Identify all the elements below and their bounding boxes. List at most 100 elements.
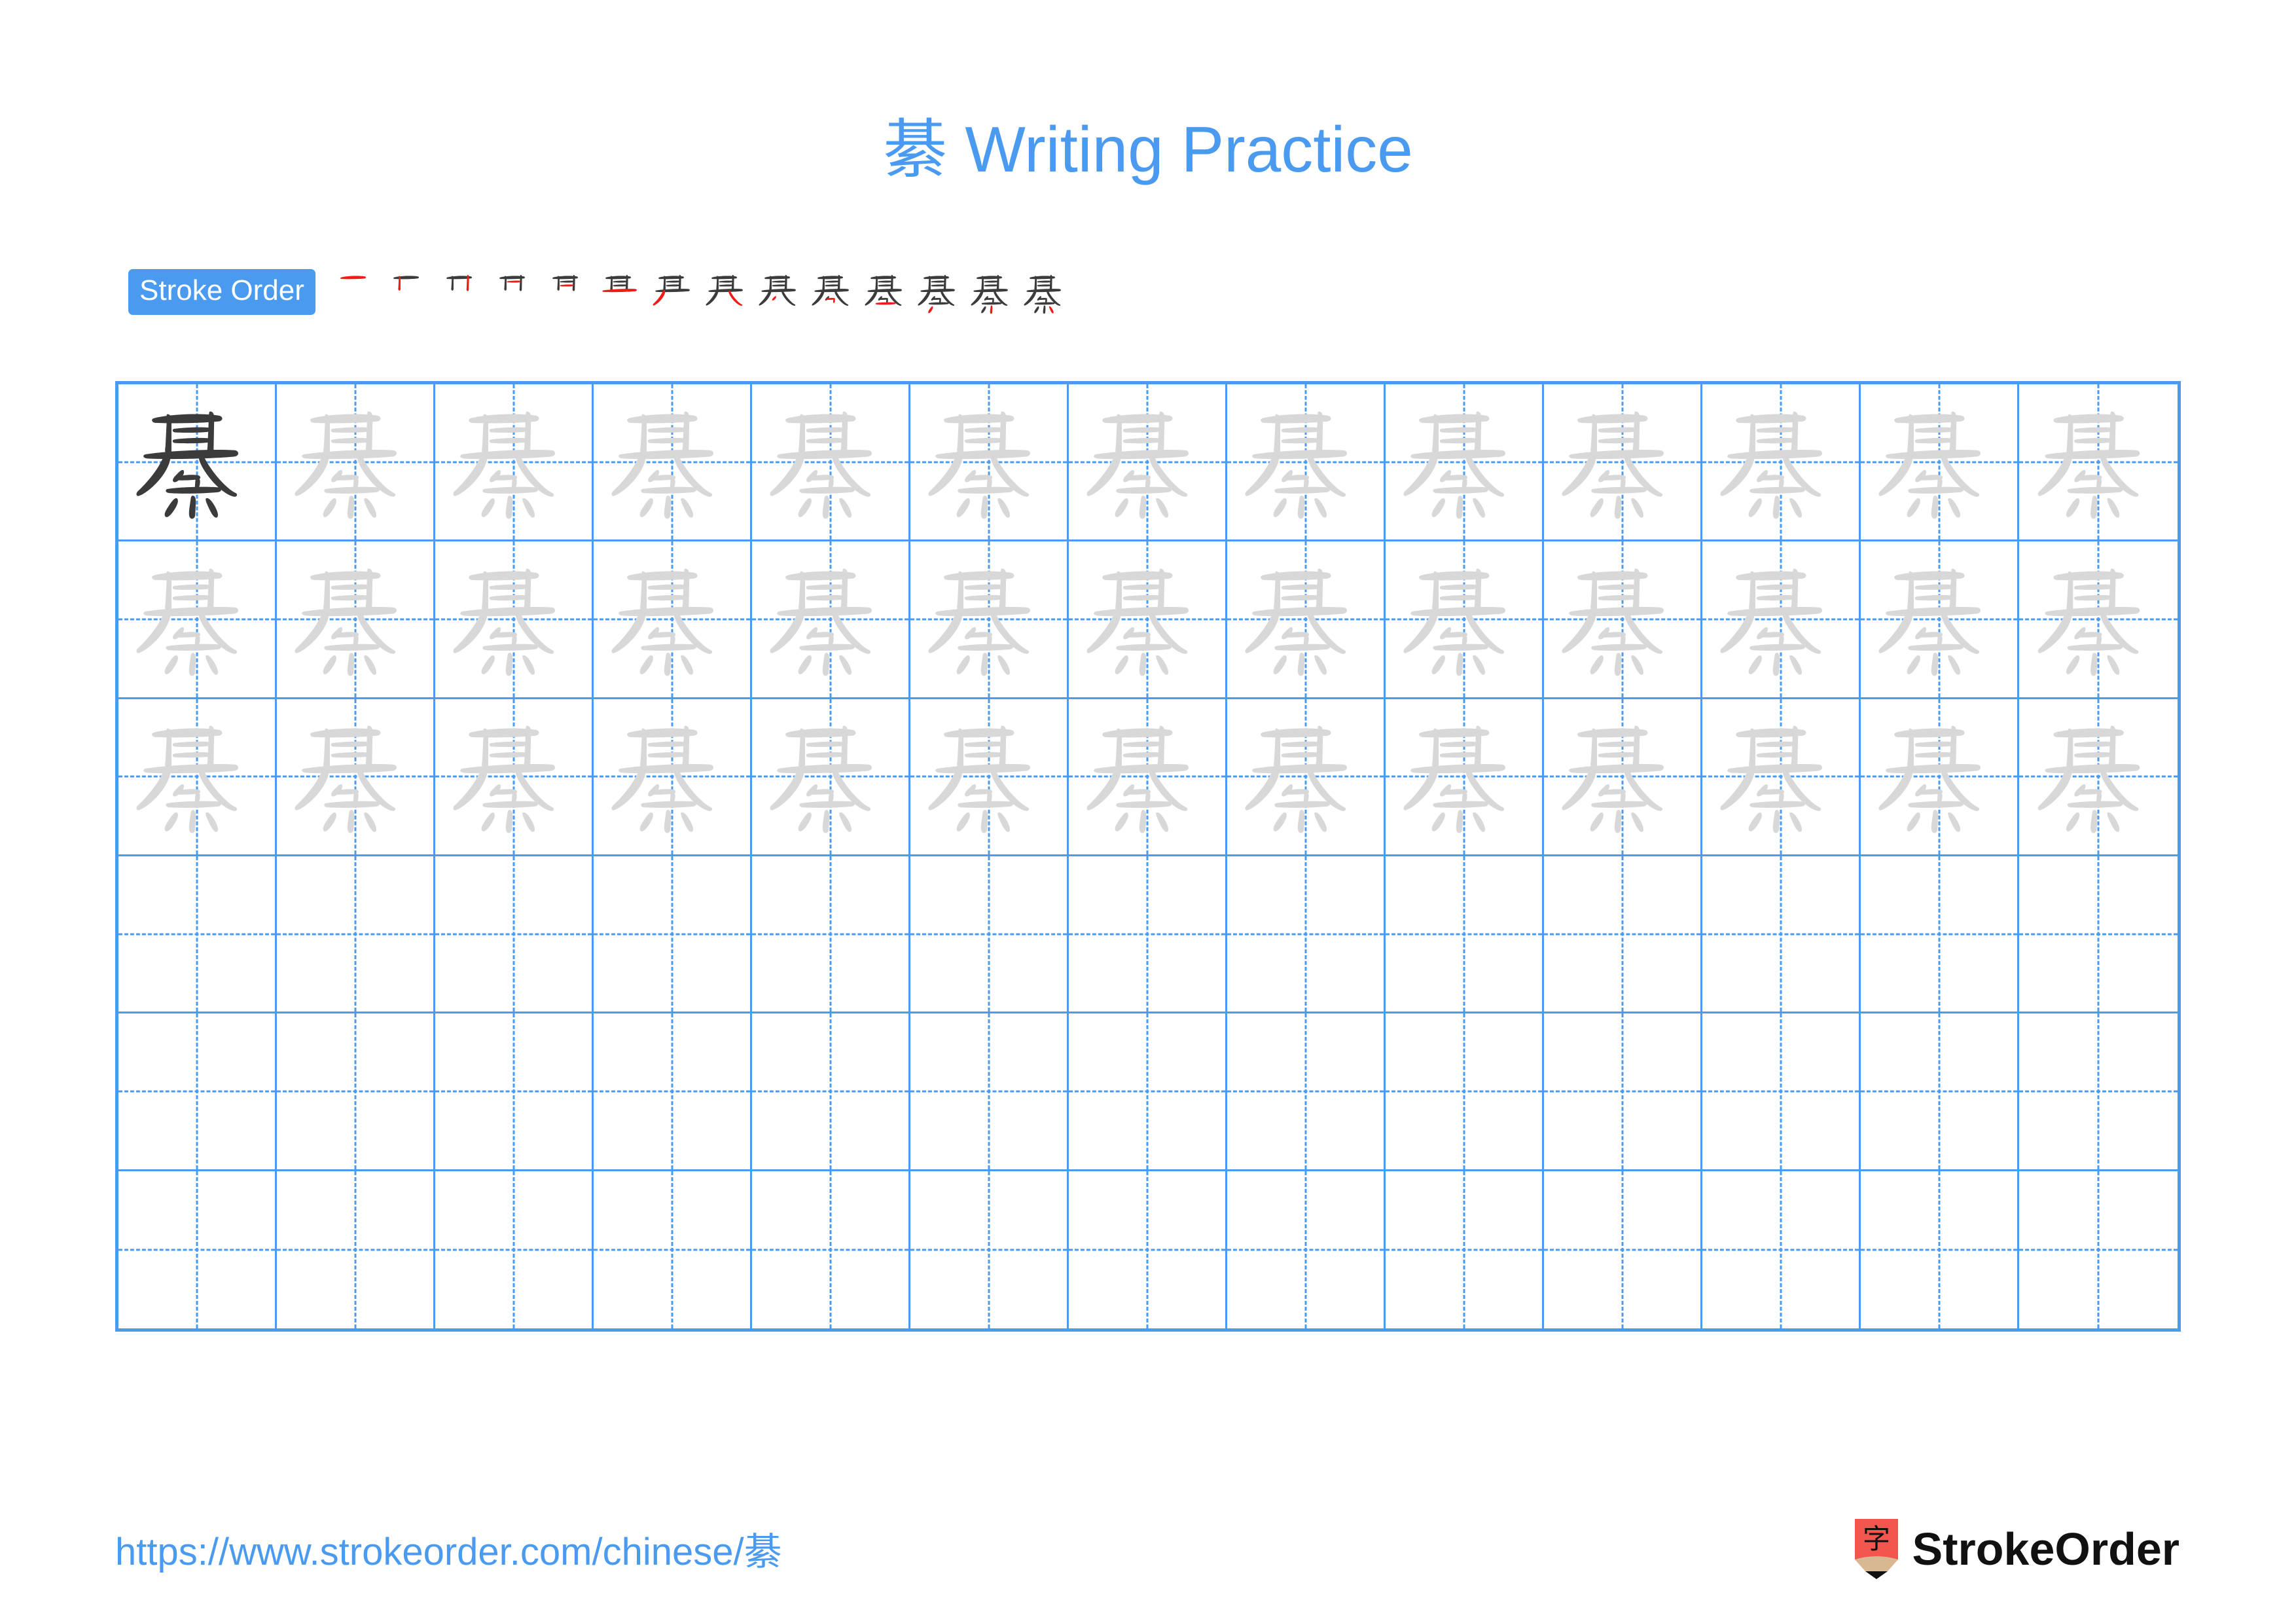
practice-cell-r4-c4[interactable] [594,856,752,1014]
practice-cell-r4-c1[interactable] [118,856,277,1014]
practice-cell-r5-c8[interactable] [1227,1013,1386,1171]
practice-cell-r3-c1[interactable] [118,699,277,856]
practice-cell-r3-c2[interactable] [277,699,435,856]
practice-cell-r6-c13[interactable] [2019,1171,2178,1328]
trace-character [2019,384,2178,539]
stroke-order-step-14 [1022,264,1070,323]
stroke-order-step-3 [439,264,487,323]
practice-cell-r4-c5[interactable] [752,856,910,1014]
practice-cell-r1-c1[interactable] [118,384,277,542]
trace-character [752,541,908,697]
practice-cell-r5-c5[interactable] [752,1013,910,1171]
practice-cell-r6-c12[interactable] [1861,1171,2019,1328]
practice-cell-r3-c10[interactable] [1544,699,1702,856]
practice-cell-r2-c9[interactable] [1386,541,1544,699]
practice-cell-r3-c3[interactable] [435,699,594,856]
stroke-order-step-1 [332,264,381,323]
practice-cell-r4-c13[interactable] [2019,856,2178,1014]
practice-cell-r3-c8[interactable] [1227,699,1386,856]
practice-cell-r4-c10[interactable] [1544,856,1702,1014]
practice-cell-r1-c5[interactable] [752,384,910,542]
practice-cell-r6-c5[interactable] [752,1171,910,1328]
trace-character [435,541,592,697]
practice-cell-r2-c12[interactable] [1861,541,2019,699]
practice-cell-r2-c8[interactable] [1227,541,1386,699]
practice-cell-r1-c10[interactable] [1544,384,1702,542]
trace-character [1861,699,2017,854]
footer-logo[interactable]: 字 StrokeOrder [1854,1518,2179,1580]
stroke-order-step-13 [969,264,1017,323]
practice-cell-r5-c2[interactable] [277,1013,435,1171]
trace-character [594,384,750,539]
stroke-order-step-12 [916,264,964,323]
practice-cell-r6-c7[interactable] [1069,1171,1227,1328]
practice-cell-r1-c12[interactable] [1861,384,2019,542]
footer-url[interactable]: https://www.strokeorder.com/chinese/綦 [115,1529,782,1575]
practice-cell-r1-c7[interactable] [1069,384,1227,542]
practice-cell-r6-c11[interactable] [1702,1171,1861,1328]
practice-cell-r6-c3[interactable] [435,1171,594,1328]
practice-cell-r3-c4[interactable] [594,699,752,856]
practice-cell-r6-c10[interactable] [1544,1171,1702,1328]
practice-cell-r3-c9[interactable] [1386,699,1544,856]
practice-cell-r1-c11[interactable] [1702,384,1861,542]
practice-cell-r2-c1[interactable] [118,541,277,699]
trace-character [277,541,433,697]
practice-cell-r6-c4[interactable] [594,1171,752,1328]
practice-cell-r3-c7[interactable] [1069,699,1227,856]
practice-cell-r1-c6[interactable] [910,384,1069,542]
practice-cell-r4-c9[interactable] [1386,856,1544,1014]
practice-cell-r4-c8[interactable] [1227,856,1386,1014]
practice-cell-r4-c6[interactable] [910,856,1069,1014]
practice-cell-r5-c12[interactable] [1861,1013,2019,1171]
trace-character [1544,699,1700,854]
practice-cell-r1-c8[interactable] [1227,384,1386,542]
practice-cell-r1-c3[interactable] [435,384,594,542]
practice-cell-r2-c10[interactable] [1544,541,1702,699]
practice-cell-r5-c1[interactable] [118,1013,277,1171]
practice-cell-r4-c11[interactable] [1702,856,1861,1014]
practice-cell-r3-c5[interactable] [752,699,910,856]
page-title-character: 綦 [883,113,948,187]
practice-cell-r1-c4[interactable] [594,384,752,542]
practice-cell-r6-c8[interactable] [1227,1171,1386,1328]
trace-character [910,699,1067,854]
practice-cell-r2-c7[interactable] [1069,541,1227,699]
practice-cell-r4-c2[interactable] [277,856,435,1014]
stroke-order-step-8 [704,264,752,323]
page-title: 綦 Writing Practice [0,110,2296,189]
practice-cell-r5-c6[interactable] [910,1013,1069,1171]
practice-cell-r5-c9[interactable] [1386,1013,1544,1171]
practice-cell-r2-c5[interactable] [752,541,910,699]
practice-cell-r4-c3[interactable] [435,856,594,1014]
practice-cell-r5-c13[interactable] [2019,1013,2178,1171]
practice-cell-r3-c12[interactable] [1861,699,2019,856]
practice-cell-r2-c11[interactable] [1702,541,1861,699]
practice-cell-r2-c6[interactable] [910,541,1069,699]
practice-cell-r4-c7[interactable] [1069,856,1227,1014]
practice-cell-r2-c13[interactable] [2019,541,2178,699]
practice-cell-r5-c7[interactable] [1069,1013,1227,1171]
practice-cell-r6-c6[interactable] [910,1171,1069,1328]
practice-cell-r1-c9[interactable] [1386,384,1544,542]
practice-cell-r5-c10[interactable] [1544,1013,1702,1171]
practice-cell-r6-c2[interactable] [277,1171,435,1328]
practice-cell-r3-c11[interactable] [1702,699,1861,856]
practice-cell-r5-c11[interactable] [1702,1013,1861,1171]
practice-cell-r1-c2[interactable] [277,384,435,542]
trace-character [1544,384,1700,539]
practice-cell-r6-c1[interactable] [118,1171,277,1328]
stroke-order-step-10 [810,264,858,323]
practice-cell-r1-c13[interactable] [2019,384,2178,542]
practice-cell-r4-c12[interactable] [1861,856,2019,1014]
stroke-order-step-6 [598,264,646,323]
practice-cell-r5-c4[interactable] [594,1013,752,1171]
practice-cell-r2-c3[interactable] [435,541,594,699]
practice-cell-r2-c2[interactable] [277,541,435,699]
practice-cell-r3-c6[interactable] [910,699,1069,856]
practice-cell-r3-c13[interactable] [2019,699,2178,856]
practice-cell-r2-c4[interactable] [594,541,752,699]
stroke-order-step-11 [863,264,911,323]
practice-cell-r5-c3[interactable] [435,1013,594,1171]
practice-cell-r6-c9[interactable] [1386,1171,1544,1328]
